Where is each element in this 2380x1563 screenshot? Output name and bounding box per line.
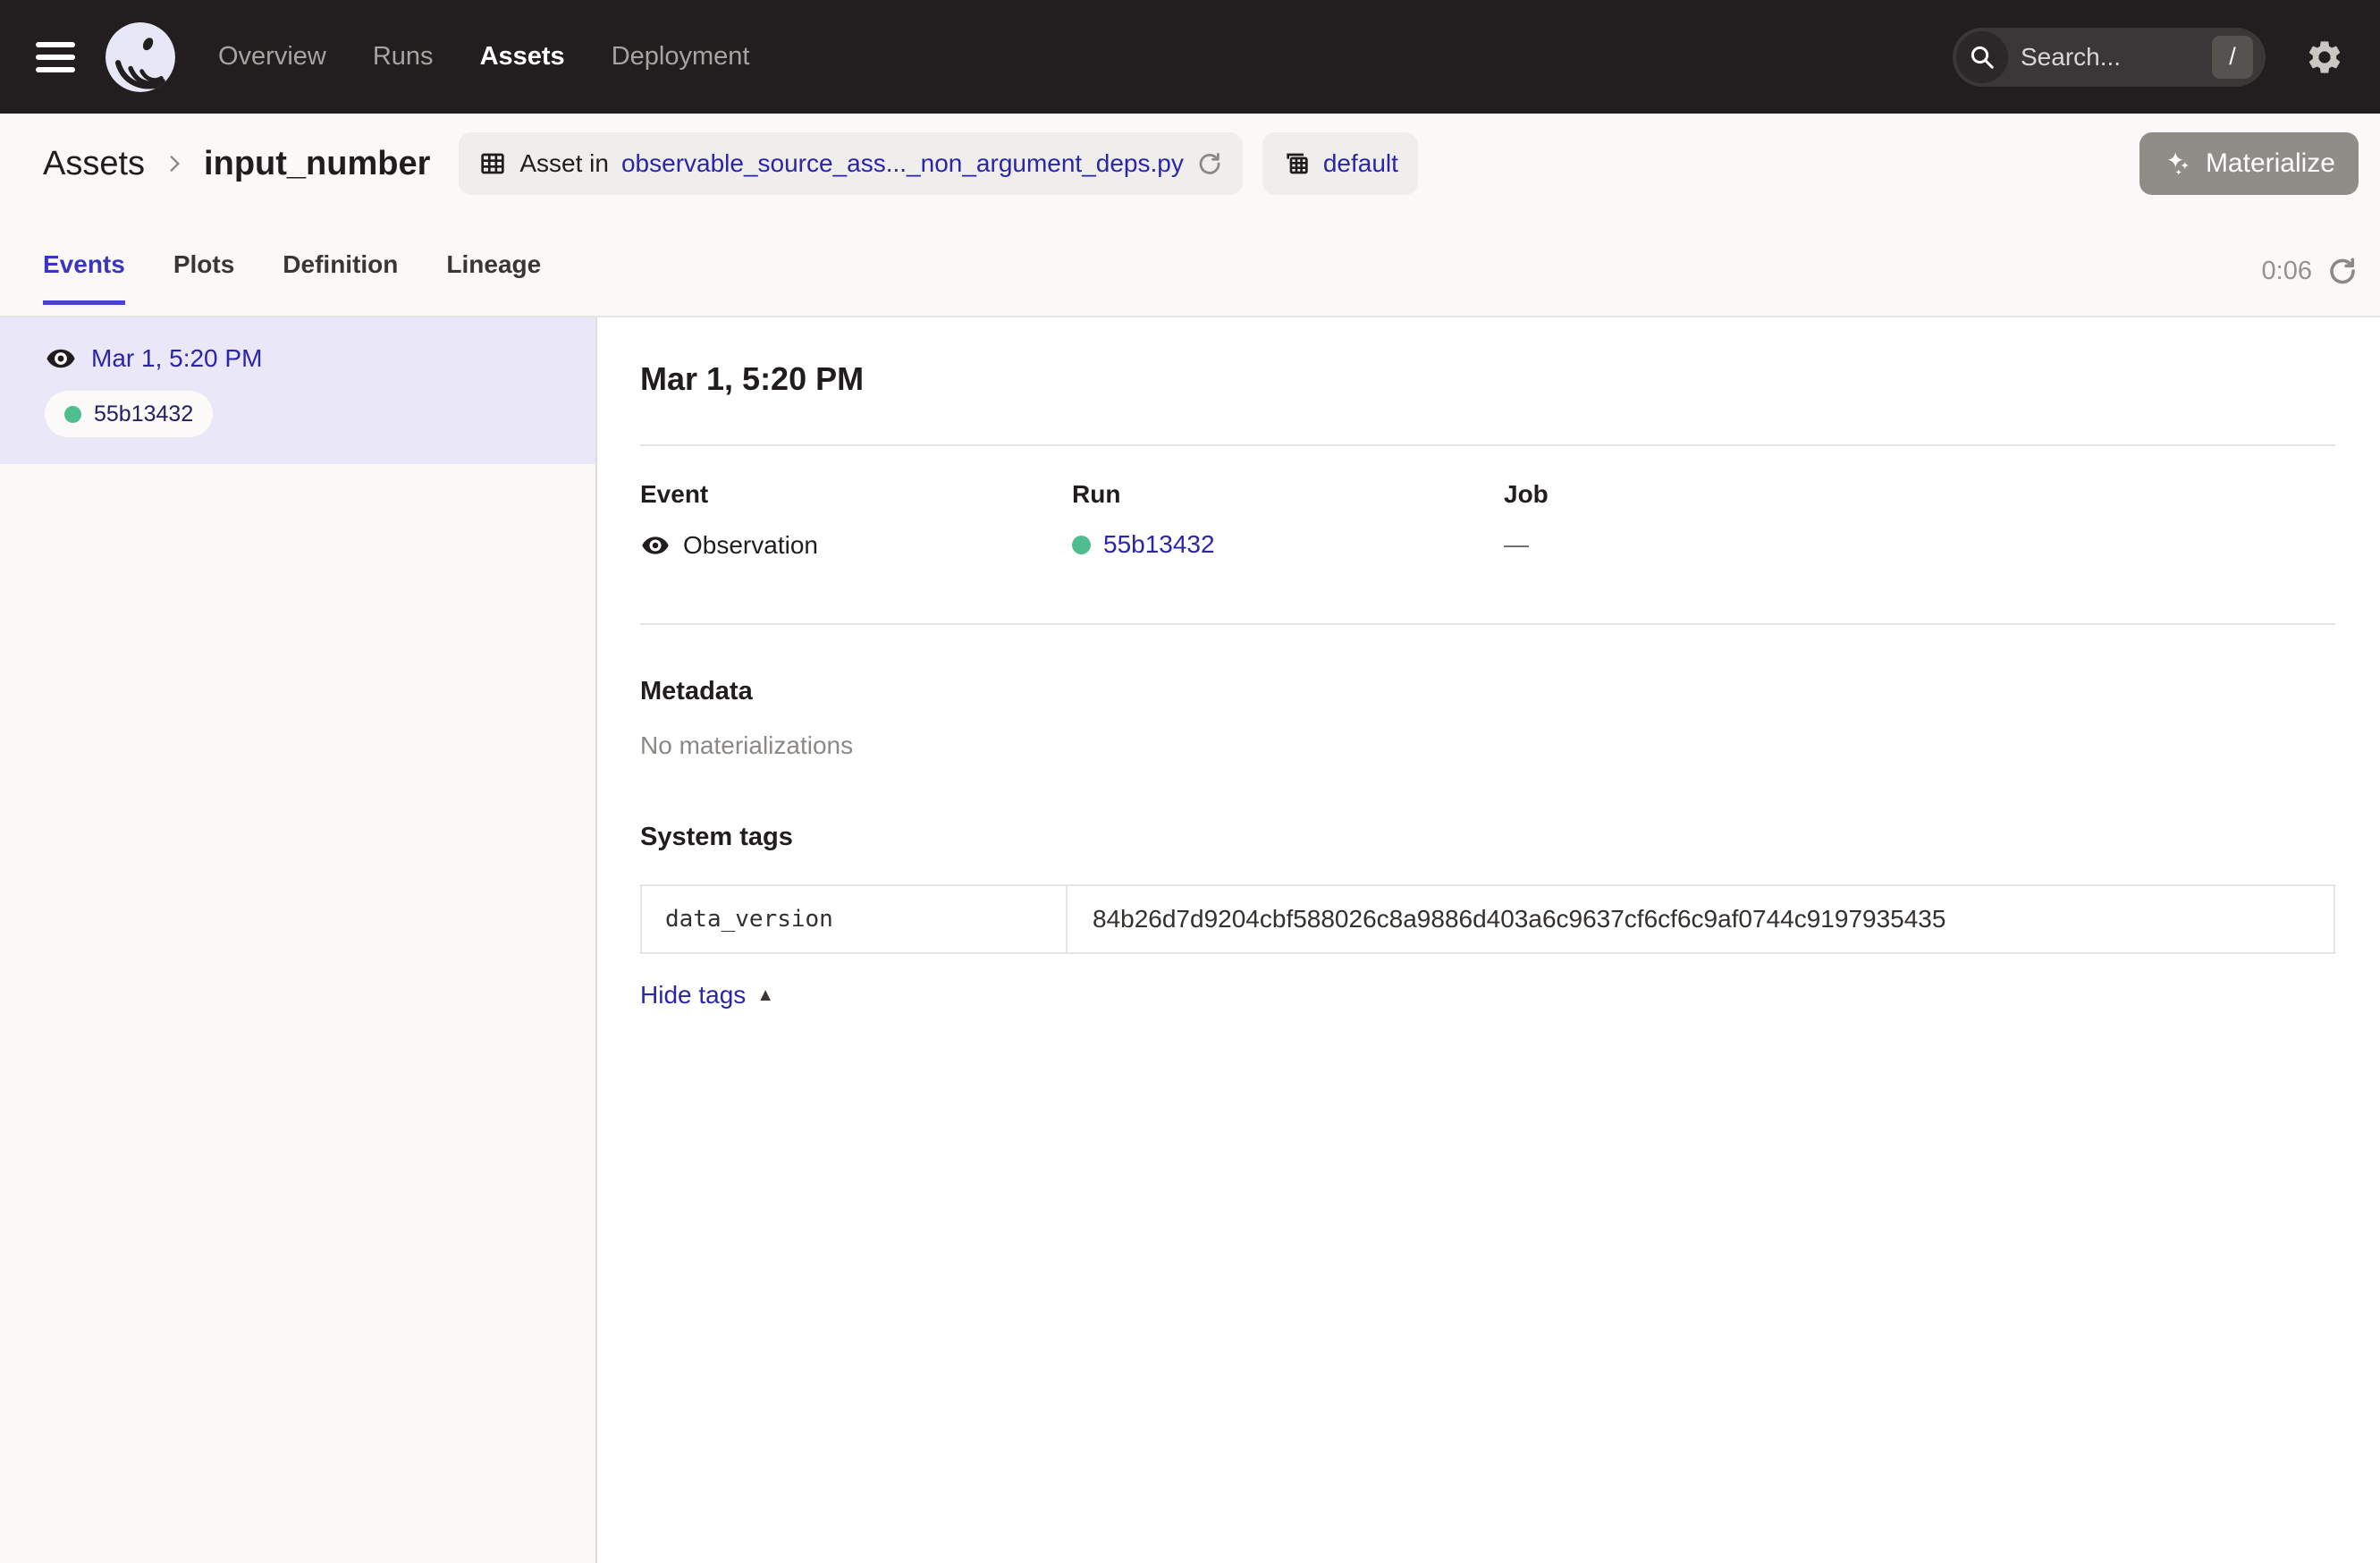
events-sidebar: Mar 1, 5:20 PM 55b13432 (0, 317, 597, 1563)
countdown-timer: 0:06 (2262, 257, 2312, 286)
eye-icon (640, 530, 671, 561)
asset-location-tag: Asset in observable_source_ass..._non_ar… (459, 132, 1242, 195)
job-column-label: Job (1504, 480, 2335, 509)
breadcrumb: Assets input_number Asset in observable_… (0, 114, 2380, 201)
breadcrumb-separator-icon (163, 152, 186, 175)
nav-item-runs[interactable]: Runs (373, 42, 434, 72)
event-timestamp: Mar 1, 5:20 PM (91, 344, 262, 373)
gear-icon[interactable] (2305, 38, 2344, 77)
repository-default-link[interactable]: default (1323, 149, 1398, 178)
asset-tabs: Events Plots Definition Lineage 0:06 (0, 201, 2380, 305)
asset-name: input_number (204, 145, 430, 183)
job-empty-value: — (1504, 530, 1529, 559)
run-column-label: Run (1072, 480, 1504, 509)
dagster-logo[interactable] (105, 22, 175, 92)
tab-lineage[interactable]: Lineage (446, 250, 541, 305)
tab-definition[interactable]: Definition (283, 250, 398, 305)
table-row: data_version 84b26d7d9204cbf588026c8a988… (641, 885, 2334, 953)
top-nav-links: Overview Runs Assets Deployment (218, 42, 749, 72)
no-materializations-note: No materializations (640, 731, 2335, 760)
content-area: Mar 1, 5:20 PM 55b13432 Mar 1, 5:20 PM E… (0, 317, 2380, 1563)
tab-events[interactable]: Events (43, 250, 125, 305)
search-shortcut-key: / (2212, 36, 2253, 79)
nav-item-assets[interactable]: Assets (480, 42, 565, 72)
nav-item-overview[interactable]: Overview (218, 42, 326, 72)
caret-up-icon: ▲ (756, 985, 774, 1006)
materialize-label: Materialize (2206, 148, 2335, 179)
repository-tag: default (1262, 132, 1418, 195)
top-nav: Overview Runs Assets Deployment / (0, 0, 2380, 114)
refresh-icon[interactable] (2326, 255, 2359, 287)
nav-item-deployment[interactable]: Deployment (612, 42, 750, 72)
event-detail-panel: Mar 1, 5:20 PM Event Observation Run 55b… (597, 317, 2380, 1563)
metadata-heading: Metadata (640, 677, 2335, 706)
asset-definition-file-link[interactable]: observable_source_ass..._non_argument_de… (621, 149, 1184, 178)
asset-location-prefix: Asset in (519, 149, 609, 178)
sparkles-icon (2163, 148, 2193, 179)
search-input[interactable] (2008, 43, 2212, 72)
refresh-countdown: 0:06 (2262, 255, 2359, 305)
breadcrumb-assets-link[interactable]: Assets (43, 145, 145, 183)
run-id-link[interactable]: 55b13432 (1103, 530, 1215, 559)
dagster-octopus-icon (105, 22, 175, 92)
divider (640, 623, 2335, 625)
asset-page-header: Assets input_number Asset in observable_… (0, 114, 2380, 317)
divider (640, 444, 2335, 446)
materialize-button[interactable]: Materialize (2139, 132, 2359, 195)
tab-plots[interactable]: Plots (173, 250, 234, 305)
asset-table-icon (478, 149, 507, 178)
tag-value-cell: 84b26d7d9204cbf588026c8a9886d403a6c9637c… (1067, 885, 2334, 953)
global-search[interactable]: / (1953, 28, 2266, 87)
event-run-id: 55b13432 (94, 401, 193, 427)
repo-grid-icon (1282, 149, 1311, 178)
run-success-dot (1072, 536, 1091, 554)
hide-tags-link[interactable]: Hide tags ▲ (640, 981, 774, 1010)
run-success-dot (64, 406, 81, 423)
hamburger-menu-icon[interactable] (36, 42, 75, 72)
system-tags-table: data_version 84b26d7d9204cbf588026c8a988… (640, 884, 2335, 954)
event-detail-title: Mar 1, 5:20 PM (640, 360, 2335, 398)
event-summary-grid: Event Observation Run 55b13432 Job — (640, 480, 2335, 561)
event-list-item-selected[interactable]: Mar 1, 5:20 PM 55b13432 (0, 317, 595, 464)
reload-definitions-icon[interactable] (1196, 150, 1223, 177)
search-icon (1956, 31, 2008, 83)
tag-key-cell: data_version (641, 885, 1067, 953)
system-tags-heading: System tags (640, 823, 2335, 852)
eye-icon (45, 342, 77, 375)
event-run-tag[interactable]: 55b13432 (45, 391, 213, 437)
event-type-value: Observation (640, 530, 1072, 561)
event-column-label: Event (640, 480, 1072, 509)
